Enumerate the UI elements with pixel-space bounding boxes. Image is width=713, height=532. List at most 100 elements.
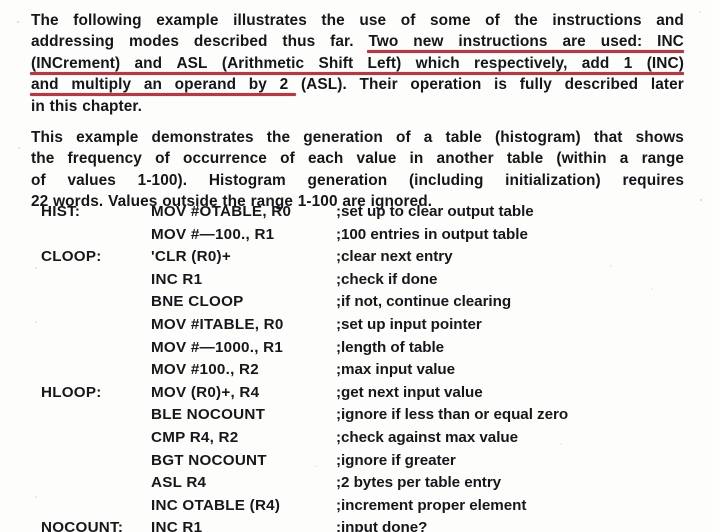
word: and bbox=[656, 12, 684, 29]
word: (within bbox=[556, 150, 607, 168]
text-line: of values 1-100). Histogram generation (inclu… bbox=[31, 170, 684, 191]
word: in bbox=[409, 150, 424, 168]
word: occurrence bbox=[182, 150, 267, 168]
word: generation bbox=[303, 129, 383, 146]
code-instruction: MOV #100., R2 bbox=[151, 361, 259, 379]
word: (ASL). bbox=[300, 76, 347, 94]
word: generation bbox=[307, 171, 388, 189]
code-line: INC OTABLE (R4) ;increment proper element bbox=[0, 497, 713, 520]
code-comment: ;length of table bbox=[336, 338, 445, 356]
code-instruction: MOV #—1000., R1 bbox=[151, 338, 284, 356]
code-instruction: MOV #—100., R1 bbox=[151, 225, 275, 243]
word: This bbox=[31, 129, 64, 146]
word: table bbox=[445, 129, 482, 146]
code-line: CMP R4, R2 ;check against max value bbox=[0, 429, 713, 452]
word: fully bbox=[519, 76, 552, 94]
word: of bbox=[400, 12, 416, 29]
code-comment: ;set up to clear output table bbox=[336, 203, 534, 220]
text-line: in this chapter. bbox=[31, 97, 143, 115]
code-line: HIST: MOV #OTABLE, R0 ;set up to clear out… bbox=[0, 203, 713, 226]
assembly-code-listing: HIST: MOV #OTABLE, R0 ;set up to clear out… bbox=[0, 203, 713, 532]
word: requires bbox=[622, 171, 684, 189]
word: far. bbox=[330, 33, 354, 51]
word: a bbox=[423, 129, 433, 146]
word: ASL bbox=[176, 54, 208, 72]
code-line: MOV #100., R2 ;max input value bbox=[0, 361, 713, 384]
word: is bbox=[494, 76, 508, 94]
word: respectively, bbox=[474, 54, 568, 72]
word: another bbox=[436, 150, 494, 168]
word: some bbox=[430, 12, 471, 29]
code-comment: ;if not, continue clearing bbox=[336, 293, 512, 311]
code-instruction: INC OTABLE (R4) bbox=[151, 496, 281, 514]
word: 1-100). bbox=[137, 171, 188, 189]
word: table bbox=[506, 150, 544, 168]
word: a bbox=[619, 150, 629, 168]
word: which bbox=[415, 54, 460, 72]
code-line: CLOOP: 'CLR (R0)+ ;clear next entry bbox=[0, 248, 713, 271]
text-line: The following example illustrates the use of so… bbox=[31, 10, 684, 31]
code-line: BLE NOCOUNT ;ignore if less than or equal… bbox=[0, 406, 713, 429]
text-line: (INCrement) and ASL (Arithmetic Shift Left) wh… bbox=[31, 53, 684, 74]
word: (Arithmetic bbox=[221, 54, 305, 72]
code-line: ASL R4 ;2 bytes per table entry bbox=[0, 474, 713, 497]
word: following bbox=[73, 12, 142, 29]
word: later bbox=[650, 76, 684, 94]
word: (INC) bbox=[646, 54, 684, 72]
word: initialization) bbox=[505, 171, 601, 189]
code-comment: ;max input value bbox=[336, 361, 456, 379]
word: The bbox=[31, 12, 59, 29]
code-instruction: ASL R4 bbox=[151, 474, 207, 492]
code-instruction: INC R1 bbox=[151, 270, 203, 288]
word: (including bbox=[408, 171, 484, 189]
word: of bbox=[280, 150, 295, 168]
code-instruction: MOV #ITABLE, R0 bbox=[151, 315, 284, 333]
word: values bbox=[67, 171, 116, 189]
word: the bbox=[321, 12, 345, 29]
word: instructions bbox=[552, 12, 642, 29]
code-label: NOCOUNT: bbox=[41, 519, 124, 532]
red-underline-line2 bbox=[367, 50, 684, 53]
red-underline-line3 bbox=[30, 72, 684, 75]
word: each bbox=[307, 150, 344, 168]
code-comment: ;increment proper element bbox=[336, 496, 527, 514]
code-comment: ;2 bytes per table entry bbox=[336, 474, 502, 492]
code-line: NOCOUNT: INC R1 ;input done? bbox=[0, 519, 713, 532]
code-comment: ;100 entries in output table bbox=[336, 225, 528, 243]
code-line: INC R1 ;check if done bbox=[0, 271, 713, 294]
code-label: CLOOP: bbox=[41, 248, 102, 266]
word: add bbox=[581, 54, 610, 72]
word: illustrates bbox=[233, 12, 307, 29]
code-line: HLOOP: MOV (R0)+, R4 ;get next input value bbox=[0, 384, 713, 407]
code-label: HIST: bbox=[41, 203, 81, 220]
word: of bbox=[31, 171, 46, 189]
code-instruction: BNE CLOOP bbox=[151, 293, 244, 311]
word: addressing bbox=[31, 33, 115, 51]
code-comment: ;clear next entry bbox=[336, 248, 453, 266]
word: (histogram) bbox=[495, 129, 581, 146]
word: frequency bbox=[67, 150, 142, 168]
code-comment: ;check against max value bbox=[336, 428, 518, 446]
code-instruction: CMP R4, R2 bbox=[151, 428, 239, 446]
red-underline-line4 bbox=[30, 93, 296, 96]
code-instruction: MOV (R0)+, R4 bbox=[151, 383, 260, 401]
word: value bbox=[356, 150, 397, 168]
code-comment: ;ignore if less than or equal zero bbox=[336, 406, 569, 424]
word: of bbox=[485, 12, 500, 29]
word: 1 bbox=[623, 54, 633, 72]
word: example bbox=[156, 12, 219, 29]
word: (INCrement) bbox=[31, 54, 121, 72]
paragraph-histogram-example: This example demonstrates the generation of a t… bbox=[31, 127, 684, 213]
word: of bbox=[395, 129, 411, 146]
code-line: BGT NOCOUNT ;ignore if greater bbox=[0, 452, 713, 475]
word: of bbox=[155, 150, 170, 168]
scanned-page: The following example illustrates the use of so… bbox=[0, 0, 713, 532]
word: described bbox=[564, 76, 639, 94]
word: range bbox=[641, 150, 684, 168]
code-comment: ;check if done bbox=[336, 270, 438, 288]
paragraph-instruction-intro: The following example illustrates the use of so… bbox=[31, 10, 684, 117]
code-comment: ;get next input value bbox=[336, 383, 483, 401]
code-comment: ;set up input pointer bbox=[336, 315, 482, 333]
word: that bbox=[593, 129, 623, 146]
code-instruction: BGT NOCOUNT bbox=[151, 451, 267, 469]
